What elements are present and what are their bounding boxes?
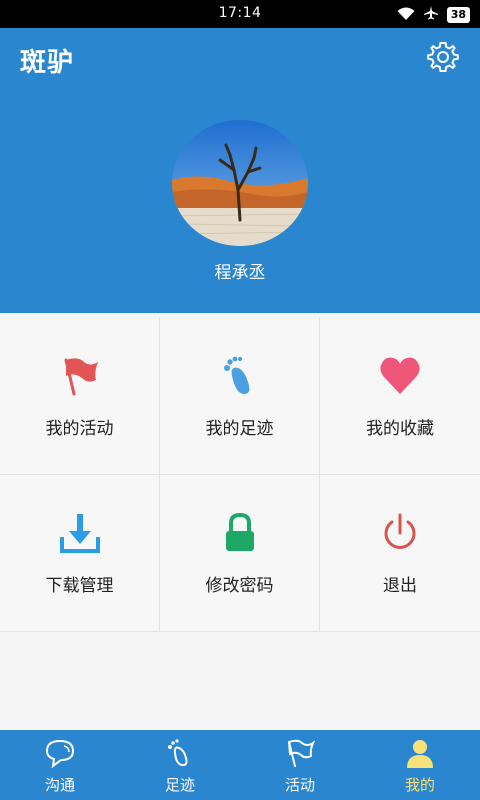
status-bar: 17:14 38	[0, 0, 480, 28]
settings-gear-icon[interactable]	[426, 40, 460, 74]
menu-change-password[interactable]: 修改密码	[160, 475, 320, 632]
status-icons: 38	[397, 5, 470, 25]
menu-label: 我的收藏	[366, 419, 434, 439]
download-icon	[0, 511, 159, 555]
bottom-tab-bar: 沟通 足迹 活动 我的	[0, 730, 480, 800]
battery-icon: 38	[446, 7, 470, 23]
username: 程承丞	[214, 263, 266, 283]
menu-label: 我的活动	[45, 419, 114, 439]
tab-me[interactable]: 我的	[360, 730, 480, 800]
tab-label: 我的	[404, 776, 435, 794]
wifi-icon	[397, 6, 415, 25]
menu-label: 下载管理	[45, 576, 114, 596]
menu-logout[interactable]: 退出	[320, 475, 480, 632]
menu-label: 我的足迹	[205, 419, 274, 439]
tab-label: 足迹	[164, 776, 195, 794]
menu-grid: 我的活动 我的足迹 我的收藏 下载管理 修改密码 退出	[0, 318, 480, 632]
footprint-icon	[120, 738, 240, 768]
tab-label: 沟通	[44, 776, 75, 794]
airplane-icon	[423, 5, 439, 25]
avatar[interactable]	[172, 120, 308, 246]
lock-icon	[160, 511, 319, 555]
tab-chat[interactable]: 沟通	[0, 730, 120, 800]
footprint-icon	[160, 354, 319, 398]
profile-header: 斑驴 程承丞	[0, 28, 480, 313]
menu-download-manager[interactable]: 下载管理	[0, 475, 160, 632]
menu-label: 修改密码	[205, 576, 274, 596]
tab-label: 活动	[284, 776, 315, 794]
menu-my-favorites[interactable]: 我的收藏	[320, 318, 480, 475]
flag-icon	[240, 738, 360, 768]
heart-icon	[320, 354, 480, 398]
menu-my-activities[interactable]: 我的活动	[0, 318, 160, 475]
tab-footprints[interactable]: 足迹	[120, 730, 240, 800]
red-flag-icon	[0, 354, 159, 398]
menu-label: 退出	[383, 576, 417, 596]
chat-bubble-icon	[0, 738, 120, 768]
menu-my-footprints[interactable]: 我的足迹	[160, 318, 320, 475]
app-logo: 斑驴	[20, 48, 75, 78]
person-icon	[360, 738, 480, 768]
tab-activities[interactable]: 活动	[240, 730, 360, 800]
power-icon	[320, 511, 480, 555]
